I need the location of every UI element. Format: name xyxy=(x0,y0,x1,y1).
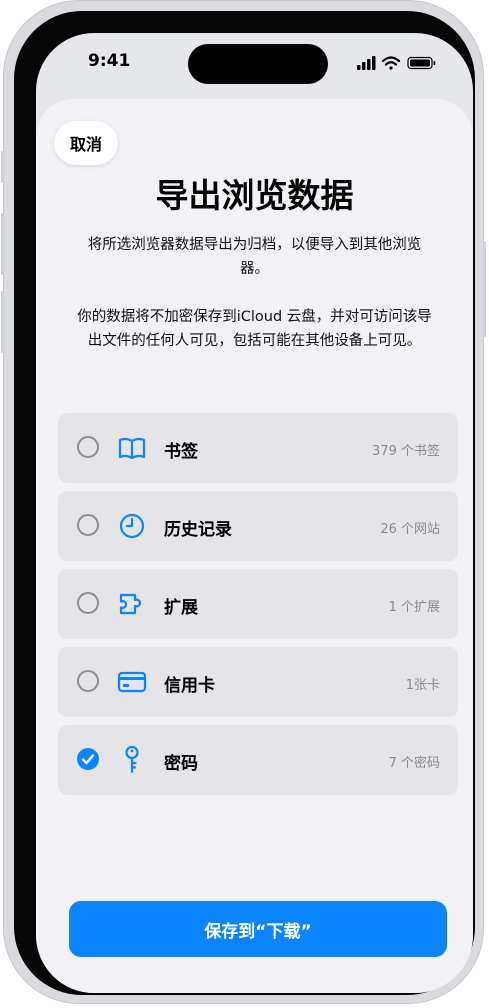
action-button xyxy=(1,151,4,183)
book-icon xyxy=(118,437,146,460)
bezel: 9:41 取消 导出浏览数据 将所选浏览器数据导出为归档，以便导入到其他浏览器。… xyxy=(14,11,475,995)
data-type-list: 书签 379 个书签 历史记录 26 个网站 扩展 1 个扩展 信用卡 1张卡 … xyxy=(58,413,458,803)
save-to-downloads-button[interactable]: 保存到“下载” xyxy=(69,901,447,957)
puzzle-icon xyxy=(119,593,142,615)
side-button xyxy=(483,241,486,337)
description-export: 将所选浏览器数据导出为归档，以便导入到其他浏览器。 xyxy=(87,237,422,277)
cancel-button[interactable]: 取消 xyxy=(54,121,118,165)
item-count: 1 个扩展 xyxy=(388,600,440,615)
item-label: 书签 xyxy=(164,442,198,462)
export-sheet: 取消 导出浏览数据 将所选浏览器数据导出为归档，以便导入到其他浏览器。 你的数据… xyxy=(36,99,473,993)
phone-frame: 9:41 取消 导出浏览数据 将所选浏览器数据导出为归档，以便导入到其他浏览器。… xyxy=(1,0,486,1004)
item-label: 密码 xyxy=(164,754,198,774)
radio-unchecked[interactable] xyxy=(77,670,99,692)
radio-unchecked[interactable] xyxy=(77,592,99,614)
credit-card-icon xyxy=(117,671,147,693)
wifi-icon xyxy=(381,56,401,70)
list-item-history[interactable]: 历史记录 26 个网站 xyxy=(58,491,458,561)
radio-unchecked[interactable] xyxy=(77,436,99,458)
radio-unchecked[interactable] xyxy=(77,514,99,536)
dynamic-island xyxy=(188,44,328,84)
item-count: 26 个网站 xyxy=(380,522,440,537)
clock-icon xyxy=(119,513,145,539)
screen: 9:41 取消 导出浏览数据 将所选浏览器数据导出为归档，以便导入到其他浏览器。… xyxy=(36,33,473,993)
cellular-signal-icon xyxy=(357,56,376,70)
item-label: 信用卡 xyxy=(164,676,215,696)
list-item-extensions[interactable]: 扩展 1 个扩展 xyxy=(58,569,458,639)
radio-checked[interactable] xyxy=(77,748,99,770)
list-item-passwords[interactable]: 密码 7 个密码 xyxy=(58,725,458,795)
status-time: 9:41 xyxy=(88,51,131,71)
volume-down-button xyxy=(1,291,4,353)
list-item-bookmarks[interactable]: 书签 379 个书签 xyxy=(58,413,458,483)
system-icons xyxy=(357,55,437,70)
status-bar: 9:41 xyxy=(36,33,473,93)
key-icon xyxy=(125,745,139,774)
list-item-credit-cards[interactable]: 信用卡 1张卡 xyxy=(58,647,458,717)
item-count: 7 个密码 xyxy=(388,756,440,771)
item-label: 历史记录 xyxy=(164,520,232,540)
item-label: 扩展 xyxy=(164,598,198,618)
item-count: 379 个书签 xyxy=(372,444,440,459)
volume-up-button xyxy=(1,213,4,275)
page-title: 导出浏览数据 xyxy=(155,176,354,215)
description-privacy: 你的数据将不加密保存到iCloud 云盘，并对可访问该导出文件的任何人可见，包括… xyxy=(77,309,432,349)
checkmark-icon xyxy=(81,754,95,765)
item-count: 1张卡 xyxy=(405,678,440,693)
battery-icon xyxy=(407,56,436,70)
